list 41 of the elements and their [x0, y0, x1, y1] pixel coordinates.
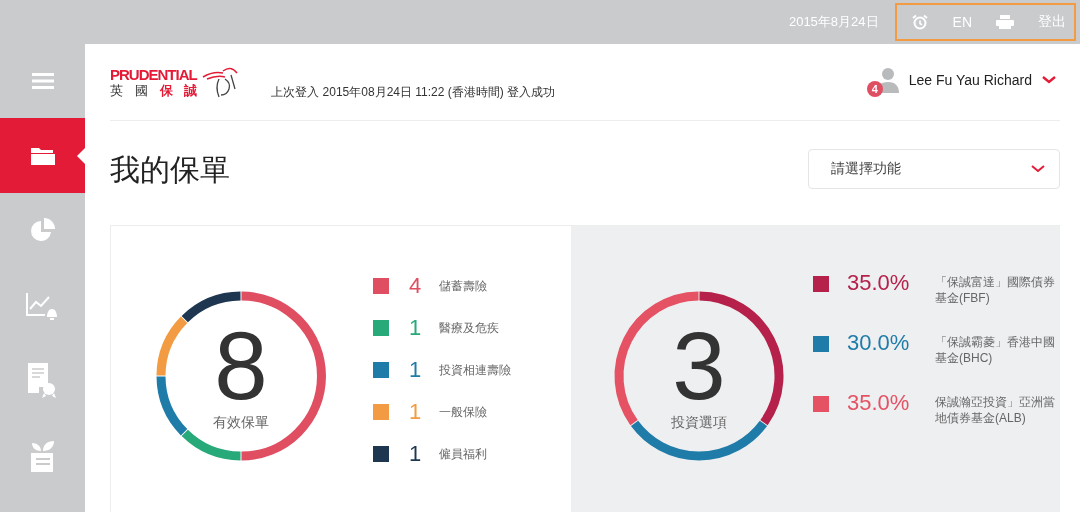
- policy-count: 8: [214, 320, 268, 412]
- notification-badge: 4: [866, 81, 883, 97]
- plant-document-icon: [28, 438, 57, 473]
- legend-label: 僱員福利: [439, 445, 487, 463]
- brand-logo-text: PRUDENTIAL: [110, 66, 199, 83]
- printer-icon[interactable]: [996, 15, 1014, 29]
- legend-label: 一般保險: [439, 403, 487, 421]
- user-menu[interactable]: 4 Lee Fu Yau Richard: [864, 65, 1056, 99]
- legend-count: 4: [409, 273, 423, 299]
- legend-percent: 30.0%: [847, 330, 911, 356]
- pie-chart-icon: [29, 217, 56, 244]
- legend-label: 醫療及危疾: [439, 319, 499, 337]
- legend-count: 1: [409, 357, 423, 383]
- legend-label: 投資相連壽險: [439, 361, 511, 379]
- logo-chinese-text: 保 誠: [159, 82, 202, 98]
- fund-name: 「保誠霸菱」香港中國基金(BHC): [935, 334, 1056, 366]
- legend-count: 1: [409, 441, 423, 467]
- menu-icon: [31, 73, 54, 89]
- legend-count: 1: [409, 399, 423, 425]
- line-chart-bell-icon: [25, 290, 60, 321]
- last-login-text: 上次登入 2015年08月24日 11:22 (香港時間) 登入成功: [271, 83, 556, 101]
- chevron-down-icon: [1031, 165, 1045, 173]
- sketch-figure-drawing: [201, 65, 240, 99]
- function-select[interactable]: 請選擇功能: [808, 149, 1060, 189]
- legend-label: 儲蓄壽險: [439, 277, 487, 295]
- user-name: Lee Fu Yau Richard: [908, 72, 1032, 88]
- folder-icon: [30, 146, 55, 165]
- sidebar-item[interactable]: [0, 118, 85, 193]
- legend-count: 1: [409, 315, 423, 341]
- alarm-clock-icon[interactable]: [910, 14, 929, 30]
- fund-name: 「保誠富達」國際債券基金(FBF): [935, 274, 1056, 306]
- investment-count: 3: [672, 320, 726, 412]
- logo-chinese-text: 英 國: [110, 82, 152, 98]
- certificate-icon: [27, 362, 58, 399]
- policy-caption: 有效保單: [213, 414, 269, 432]
- fund-name: 保誠瀚亞投資」亞洲當地債券基金(ALB): [935, 394, 1056, 426]
- investment-caption: 投資選項: [671, 414, 727, 432]
- page-title: 我的保單: [110, 151, 230, 188]
- legend-percent: 35.0%: [847, 390, 911, 416]
- legend-percent: 35.0%: [847, 270, 911, 296]
- chevron-down-icon: [1042, 76, 1056, 84]
